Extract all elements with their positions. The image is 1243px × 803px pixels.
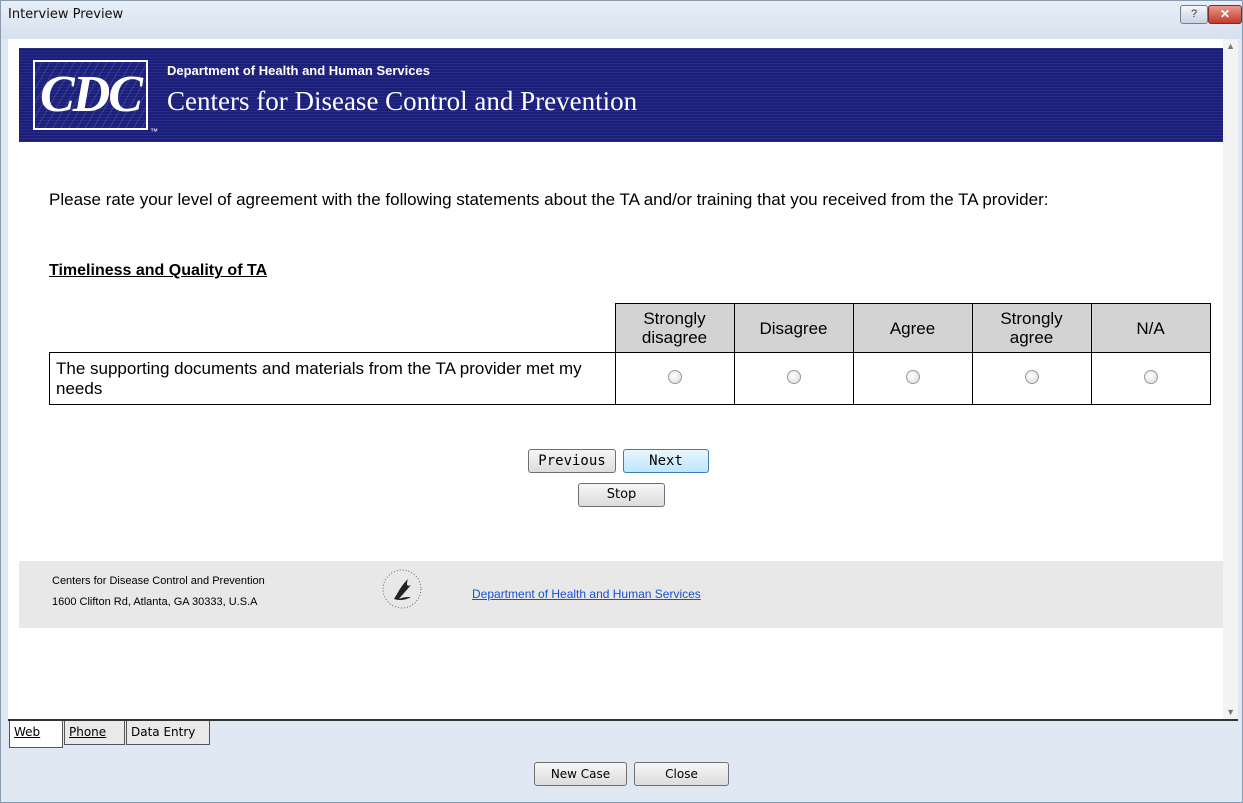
title-bar: Interview Preview ? ✕ xyxy=(1,1,1242,39)
preview-content: CDC ™ Department of Health and Human Ser… xyxy=(8,39,1238,719)
page-footer: Centers for Disease Control and Preventi… xyxy=(19,561,1223,628)
col-strongly-agree: Strongly agree xyxy=(971,303,1092,353)
tab-phone-label: Phone xyxy=(69,725,107,739)
tab-data-entry-label: Data Entry xyxy=(131,725,196,739)
close-icon: ✕ xyxy=(1219,7,1231,21)
header-blank-cell xyxy=(49,303,616,353)
rating-header-row: Strongly disagree Disagree Agree Strongl… xyxy=(49,303,1211,353)
close-button[interactable]: Close xyxy=(634,762,729,786)
window-title: Interview Preview xyxy=(8,7,124,22)
col-strongly-disagree: Strongly disagree xyxy=(614,303,735,353)
scroll-down-icon[interactable]: ▼ xyxy=(1226,707,1235,717)
help-button[interactable]: ? xyxy=(1180,5,1208,24)
tab-data-entry[interactable]: Data Entry xyxy=(126,721,210,745)
interview-preview-window: Interview Preview ? ✕ CDC ™ Department o… xyxy=(0,0,1243,803)
col-na: N/A xyxy=(1090,303,1211,353)
cell-agree xyxy=(852,352,973,405)
cdc-banner: CDC ™ Department of Health and Human Ser… xyxy=(19,48,1223,142)
hhs-eagle-icon xyxy=(382,569,422,609)
col-disagree: Disagree xyxy=(733,303,854,353)
radio-strongly-agree[interactable] xyxy=(1024,369,1039,384)
radio-disagree[interactable] xyxy=(786,369,801,384)
tab-phone[interactable]: Phone xyxy=(64,721,125,745)
stop-button[interactable]: Stop xyxy=(578,483,665,507)
scroll-up-icon[interactable]: ▲ xyxy=(1226,41,1235,51)
survey-question: Please rate your level of agreement with… xyxy=(49,190,1049,209)
cell-na xyxy=(1090,352,1211,405)
trademark-mark: ™ xyxy=(150,127,158,136)
vertical-scrollbar[interactable]: ▲ ▼ xyxy=(1223,39,1238,719)
statement-text: The supporting documents and materials f… xyxy=(49,352,616,405)
new-case-button[interactable]: New Case xyxy=(534,762,627,786)
footer-address: 1600 Clifton Rd, Atlanta, GA 30333, U.S.… xyxy=(52,596,258,608)
help-icon: ? xyxy=(1190,8,1198,20)
window-close-button[interactable]: ✕ xyxy=(1208,5,1242,24)
tab-web-label: Web xyxy=(14,725,41,739)
footer-org-name: Centers for Disease Control and Preventi… xyxy=(52,575,265,587)
cell-disagree xyxy=(733,352,854,405)
table-row: The supporting documents and materials f… xyxy=(49,352,1211,405)
radio-na[interactable] xyxy=(1143,369,1158,384)
radio-agree[interactable] xyxy=(905,369,920,384)
next-button[interactable]: Next xyxy=(623,449,709,473)
banner-department: Department of Health and Human Services xyxy=(167,63,430,78)
hhs-link[interactable]: Department of Health and Human Services xyxy=(472,587,701,601)
previous-button[interactable]: Previous xyxy=(528,449,616,473)
tab-web[interactable]: Web xyxy=(9,721,63,748)
banner-agency-name: Centers for Disease Control and Preventi… xyxy=(167,86,638,116)
cell-strongly-agree xyxy=(971,352,1092,405)
col-agree: Agree xyxy=(852,303,973,353)
section-title: Timeliness and Quality of TA xyxy=(49,262,268,279)
radio-strongly-disagree[interactable] xyxy=(667,369,682,384)
rating-grid: Strongly disagree Disagree Agree Strongl… xyxy=(49,303,1211,405)
footer-address-block: Centers for Disease Control and Preventi… xyxy=(52,571,265,613)
cell-strongly-disagree xyxy=(614,352,735,405)
cdc-logo: CDC xyxy=(33,60,148,130)
